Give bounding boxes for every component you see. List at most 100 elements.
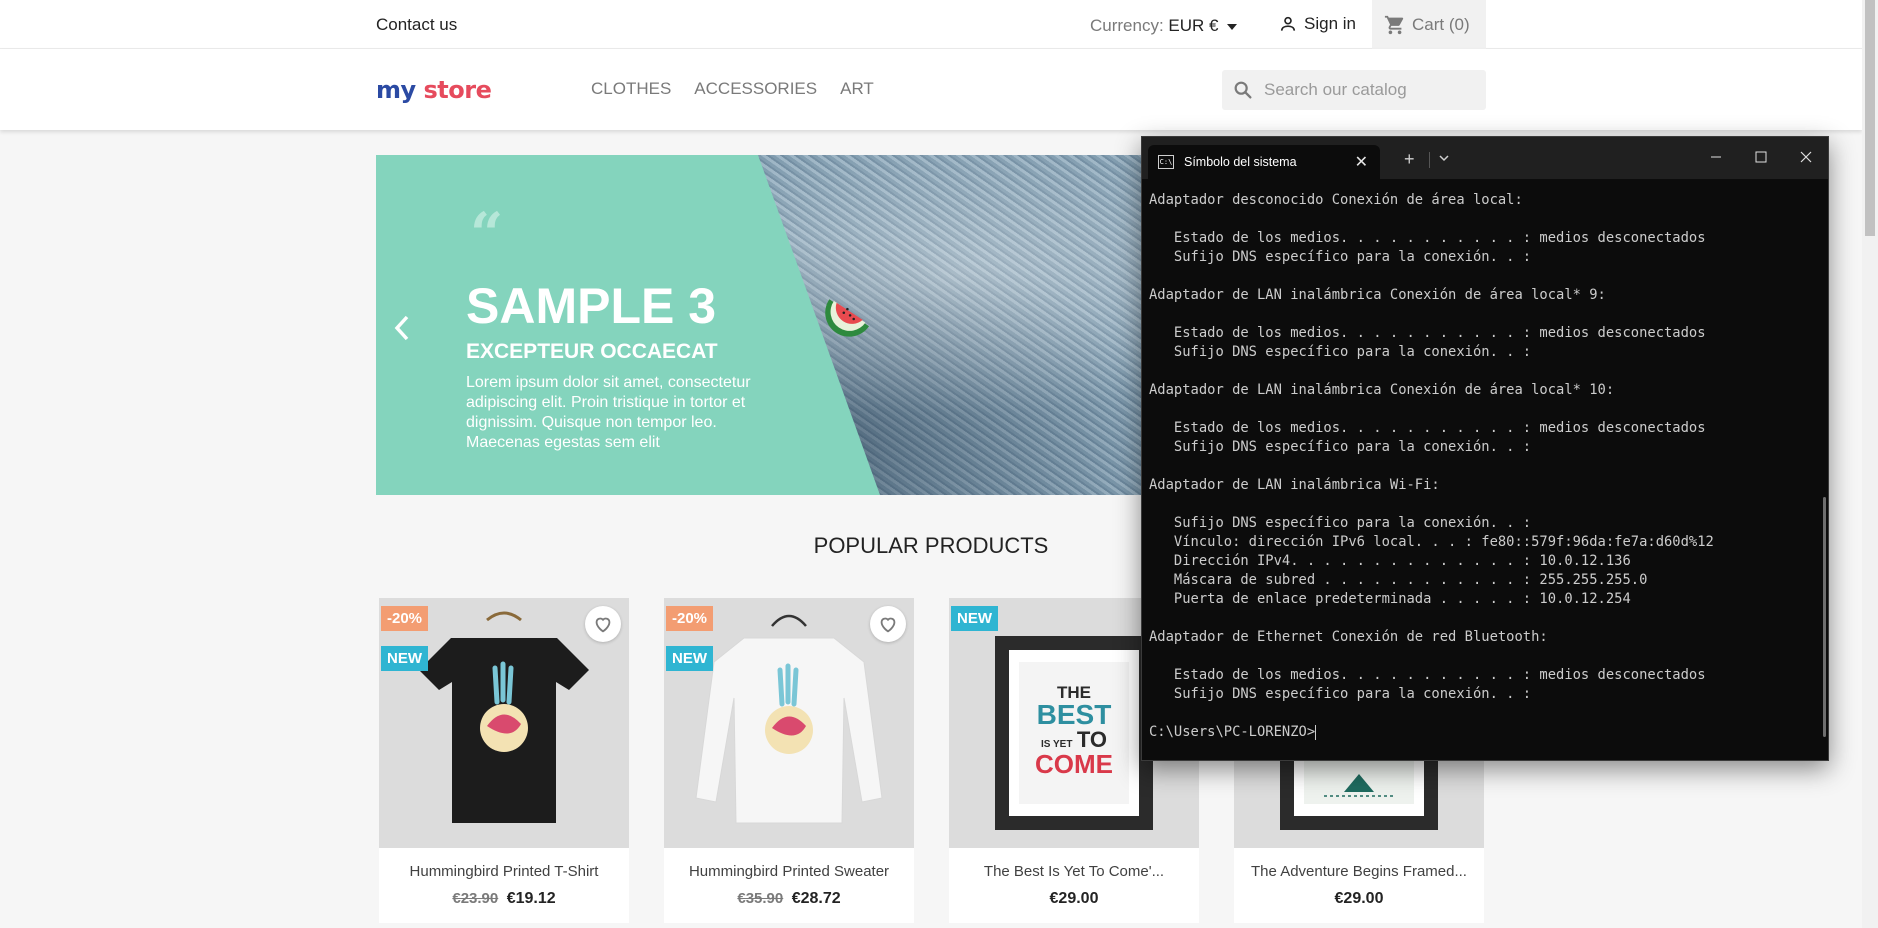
command-prompt-window[interactable]: C:\ Símbolo del sistema ✕ + Adaptador de… xyxy=(1141,136,1829,761)
caret-down-icon xyxy=(1227,23,1238,30)
hero-subtitle: EXCEPTEUR OCCAECAT xyxy=(466,340,718,363)
terminal-line: Adaptador de LAN inalámbrica Conexión de… xyxy=(1149,287,1606,303)
terminal-line: Estado de los medios. . . . . . . . . . … xyxy=(1149,230,1706,246)
hero-slider[interactable]: “ SAMPLE 3 EXCEPTEUR OCCAECAT Lorem ipsu… xyxy=(376,155,1144,495)
terminal-line: Sufijo DNS específico para la conexión. … xyxy=(1149,439,1532,455)
poster-line: COME xyxy=(1035,749,1113,779)
product-price: €29.00 xyxy=(949,890,1199,908)
terminal-line: Sufijo DNS específico para la conexión. … xyxy=(1149,344,1532,360)
current-price: €28.72 xyxy=(791,890,841,907)
terminal-line: Estado de los medios. . . . . . . . . . … xyxy=(1149,325,1706,341)
terminal-line: Máscara de subred . . . . . . . . . . . … xyxy=(1149,572,1648,588)
currency-selector[interactable]: Currency: EUR € xyxy=(1090,16,1238,36)
current-price: €19.12 xyxy=(506,890,556,907)
discount-badge: -20% xyxy=(666,606,714,631)
chevron-left-icon[interactable] xyxy=(392,313,412,343)
terminal-tab-title: Símbolo del sistema xyxy=(1184,155,1297,169)
watermelon-pin-image xyxy=(825,299,869,337)
minimize-icon xyxy=(1711,156,1721,158)
currency-label: Currency: xyxy=(1090,16,1164,35)
poster-frame: THE BEST IS YET TO COME xyxy=(995,636,1153,830)
terminal-line: Adaptador de LAN inalámbrica Wi-Fi: xyxy=(1149,477,1440,493)
page-scrollbar[interactable] xyxy=(1862,0,1878,928)
product-price: €35.90 €28.72 xyxy=(664,890,914,908)
terminal-tab[interactable]: C:\ Símbolo del sistema ✕ xyxy=(1148,145,1380,179)
contact-us-link[interactable]: Contact us xyxy=(376,15,457,35)
terminal-line: Estado de los medios. . . . . . . . . . … xyxy=(1149,420,1706,436)
main-nav: CLOTHES ACCESSORIES ART xyxy=(591,79,874,99)
close-icon[interactable]: ✕ xyxy=(1355,152,1368,172)
sign-in-link[interactable]: Sign in xyxy=(1278,14,1356,34)
terminal-line: Dirección IPv4. . . . . . . . . . . . . … xyxy=(1149,553,1631,569)
quote-mark-icon: “ xyxy=(470,200,504,268)
terminal-line: Adaptador desconocido Conexión de área l… xyxy=(1149,192,1523,208)
new-badge: NEW xyxy=(381,646,428,671)
nav-accessories[interactable]: ACCESSORIES xyxy=(694,79,817,99)
product-name[interactable]: The Adventure Begins Framed... xyxy=(1234,863,1484,880)
nav-clothes[interactable]: CLOTHES xyxy=(591,79,671,99)
search-icon xyxy=(1234,81,1252,99)
terminal-line: Puerta de enlace predeterminada . . . . … xyxy=(1149,591,1631,607)
tab-separator xyxy=(1429,152,1430,168)
product-name[interactable]: Hummingbird Printed Sweater xyxy=(664,863,914,880)
terminal-line: Estado de los medios. . . . . . . . . . … xyxy=(1149,667,1706,683)
minimize-button[interactable] xyxy=(1694,145,1738,169)
terminal-title-bar[interactable]: C:\ Símbolo del sistema ✕ + xyxy=(1142,137,1828,179)
close-icon xyxy=(1800,151,1812,163)
wishlist-button[interactable] xyxy=(585,606,621,642)
heart-icon xyxy=(880,617,896,633)
product-name[interactable]: The Best Is Yet To Come'... xyxy=(949,863,1199,880)
old-price: €35.90 xyxy=(737,890,784,907)
close-window-button[interactable] xyxy=(1784,145,1828,169)
product-name[interactable]: Hummingbird Printed T-Shirt xyxy=(379,863,629,880)
text-cursor xyxy=(1315,724,1317,740)
search-input[interactable] xyxy=(1264,80,1474,100)
old-price: €23.90 xyxy=(452,890,499,907)
heart-icon xyxy=(595,617,611,633)
product-card[interactable]: -20% NEW Hummingbird Printed T-Shirt €23… xyxy=(379,598,629,923)
discount-badge: -20% xyxy=(381,606,429,631)
chevron-down-icon[interactable] xyxy=(1438,153,1450,163)
nav-art[interactable]: ART xyxy=(840,79,874,99)
maximize-button[interactable] xyxy=(1739,145,1783,169)
product-price: €23.90 €19.12 xyxy=(379,890,629,908)
logo-part-2: store xyxy=(423,76,492,104)
product-card[interactable]: -20% NEW Hummingbird Printed Sweater €35… xyxy=(664,598,914,923)
plus-icon[interactable]: + xyxy=(1404,149,1415,170)
wishlist-button[interactable] xyxy=(870,606,906,642)
new-badge: NEW xyxy=(951,606,998,631)
cmd-icon: C:\ xyxy=(1158,155,1174,169)
new-badge: NEW xyxy=(666,646,713,671)
terminal-scrollbar[interactable] xyxy=(1823,497,1826,737)
poster-mat: THE BEST IS YET TO COME xyxy=(1009,650,1139,816)
terminal-line: C:\Users\PC-LORENZO> xyxy=(1149,724,1317,740)
terminal-line: Sufijo DNS específico para la conexión. … xyxy=(1149,515,1532,531)
currency-value: EUR € xyxy=(1168,16,1219,35)
terminal-line: Adaptador de LAN inalámbrica Conexión de… xyxy=(1149,382,1615,398)
popular-products-title: POPULAR PRODUCTS xyxy=(813,533,1049,558)
top-bar: Contact us Currency: EUR € Sign in Cart … xyxy=(0,0,1862,49)
poster-art: THE BEST IS YET TO COME xyxy=(1019,662,1129,804)
cart-icon xyxy=(1384,15,1404,34)
sign-in-label: Sign in xyxy=(1304,14,1356,33)
page-scrollbar-thumb[interactable] xyxy=(1865,0,1875,236)
terminal-line: Adaptador de Ethernet Conexión de red Bl… xyxy=(1149,629,1548,645)
terminal-line: Sufijo DNS específico para la conexión. … xyxy=(1149,686,1532,702)
current-price: €29.00 xyxy=(1334,890,1384,907)
cart-button[interactable]: Cart (0) xyxy=(1372,0,1486,49)
terminal-output[interactable]: Adaptador desconocido Conexión de área l… xyxy=(1149,191,1809,751)
hero-title: SAMPLE 3 xyxy=(466,278,717,334)
poster-line: BEST xyxy=(1036,699,1112,730)
terminal-line: Sufijo DNS específico para la conexión. … xyxy=(1149,249,1532,265)
current-price: €29.00 xyxy=(1049,890,1099,907)
maximize-icon xyxy=(1755,151,1767,163)
store-logo[interactable]: my store xyxy=(376,76,492,104)
